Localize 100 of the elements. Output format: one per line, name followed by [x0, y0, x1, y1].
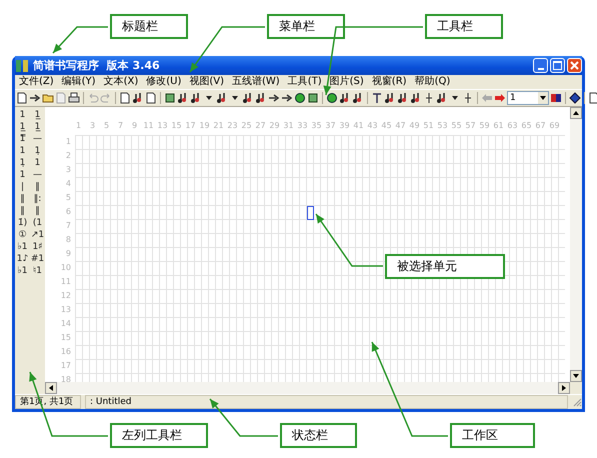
note-icon[interactable] — [384, 92, 396, 104]
notation-button[interactable]: ‖ — [30, 205, 45, 217]
menu-item[interactable]: 工具(T) — [284, 75, 326, 89]
column-number: 15 — [170, 121, 183, 132]
notation-button[interactable]: 1̲ — [30, 109, 45, 121]
note-icon[interactable] — [190, 92, 202, 104]
scroll-left-button[interactable] — [45, 382, 57, 394]
notation-button[interactable]: ♭1 — [15, 265, 30, 277]
caret-up-icon — [573, 111, 579, 115]
text-icon[interactable] — [371, 92, 383, 104]
horizontal-scrollbar[interactable] — [45, 382, 570, 394]
dropdown[interactable]: 1 — [507, 91, 549, 105]
column-number: 27 — [254, 121, 267, 132]
menu-item[interactable]: 视图(V) — [185, 75, 228, 89]
notation-button[interactable]: 1 — [15, 145, 30, 157]
menu-item[interactable]: 帮助(Q) — [410, 75, 454, 89]
row-number: 1 — [64, 136, 72, 148]
menu-item[interactable]: 视窗(R) — [368, 75, 411, 89]
notation-button[interactable]: ‖ — [15, 205, 30, 217]
menu-item[interactable]: 文件(Z) — [15, 75, 58, 89]
document-icon[interactable] — [145, 92, 157, 104]
arrow-icon[interactable] — [268, 92, 280, 104]
close-icon — [570, 61, 579, 70]
notation-button[interactable]: 1♯ — [30, 241, 45, 253]
menu-item[interactable]: 文本(X) — [100, 75, 142, 89]
note-icon[interactable] — [410, 92, 422, 104]
column-number: 61 — [492, 121, 505, 132]
note-icon[interactable] — [132, 92, 144, 104]
notation-button[interactable]: (1 — [30, 217, 45, 229]
callout-label: 菜单栏 — [267, 14, 345, 39]
row-number: 3 — [64, 164, 72, 176]
column-number: 17 — [184, 121, 197, 132]
minimize-button[interactable] — [533, 58, 548, 73]
note-icon[interactable] — [339, 92, 351, 104]
document-icon[interactable] — [119, 92, 131, 104]
notation-button[interactable]: ♭1 — [15, 241, 30, 253]
notation-button[interactable]: ‖ — [15, 193, 30, 205]
document-icon[interactable] — [16, 92, 28, 104]
notation-button[interactable]: ① — [15, 229, 30, 241]
column-number: 19 — [198, 121, 211, 132]
notation-button[interactable]: 1♪ — [15, 253, 30, 265]
notation-button[interactable]: 1̲ — [15, 121, 30, 133]
scroll-right-button[interactable] — [558, 382, 570, 394]
notation-button[interactable]: — — [30, 133, 45, 145]
notation-button[interactable]: ‖: — [30, 193, 45, 205]
printer-icon[interactable] — [68, 92, 80, 104]
notation-button[interactable]: 1 — [30, 157, 45, 169]
resize-grip-icon[interactable] — [572, 397, 582, 407]
menu-item[interactable]: 编辑(Y) — [58, 75, 100, 89]
row-number: 7 — [64, 220, 72, 232]
column-number: 25 — [240, 121, 253, 132]
menu-item[interactable]: 五线谱(W) — [228, 75, 284, 89]
square-icon[interactable] — [164, 92, 176, 104]
close-button[interactable] — [567, 58, 582, 73]
maximize-button[interactable] — [550, 58, 565, 73]
selected-cell[interactable] — [307, 206, 314, 220]
caret-left-icon — [49, 385, 53, 391]
notation-button[interactable]: ♮1 — [30, 265, 45, 277]
column-number: 1 — [74, 121, 82, 132]
column-number: 59 — [478, 121, 491, 132]
notation-button[interactable]: #1 — [30, 253, 45, 265]
caret-right-icon — [562, 385, 566, 391]
menu-item[interactable]: 修改(U) — [142, 75, 186, 89]
column-number: 37 — [324, 121, 337, 132]
column-number: 9 — [130, 121, 138, 132]
note-icon[interactable] — [352, 92, 364, 104]
notation-button[interactable]: 1̇) — [15, 217, 30, 229]
notation-button[interactable]: 1 — [15, 109, 30, 121]
column-number: 3 — [88, 121, 96, 132]
notation-button[interactable]: ‖ — [30, 181, 45, 193]
notation-button[interactable]: ↗1 — [30, 229, 45, 241]
note-icon[interactable] — [436, 92, 448, 104]
column-number: 23 — [226, 121, 239, 132]
scroll-down-button[interactable] — [570, 370, 582, 382]
column-number: 41 — [352, 121, 365, 132]
note-icon[interactable] — [216, 92, 228, 104]
callout-label: 左列工具栏 — [110, 423, 208, 448]
vertical-scrollbar[interactable] — [570, 107, 582, 382]
callout-label: 工具栏 — [425, 14, 503, 39]
right-arrow-icon[interactable] — [494, 92, 506, 104]
scroll-up-button[interactable] — [570, 107, 582, 119]
square-icon[interactable] — [307, 92, 319, 104]
menu-item[interactable]: 图片(S) — [326, 75, 368, 89]
note-icon[interactable] — [397, 92, 409, 104]
circle-icon[interactable] — [294, 92, 306, 104]
leader-line — [209, 398, 278, 437]
diamond-icon[interactable] — [569, 92, 581, 104]
column-number: 65 — [520, 121, 533, 132]
folder-icon[interactable] — [42, 92, 54, 104]
note-icon[interactable] — [177, 92, 189, 104]
arrow-icon[interactable] — [281, 92, 293, 104]
notation-button[interactable]: 1̣ — [30, 145, 45, 157]
notation-button[interactable]: 1̣ — [15, 157, 30, 169]
notation-button[interactable]: 1 — [15, 169, 30, 181]
notation-button[interactable]: | — [15, 181, 30, 193]
document-icon[interactable] — [588, 92, 597, 104]
notation-button[interactable]: 1̲ — [30, 121, 45, 133]
notation-button[interactable]: 1̿ — [15, 133, 30, 145]
square-icon[interactable] — [550, 92, 562, 104]
notation-button[interactable]: — — [30, 169, 45, 181]
